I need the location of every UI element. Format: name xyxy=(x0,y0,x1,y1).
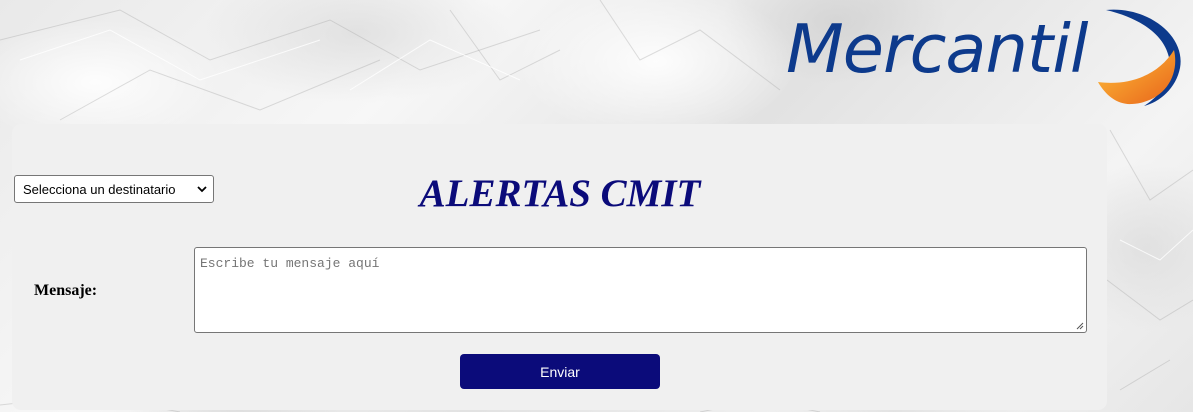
brand-mark-icon xyxy=(1098,9,1181,106)
page-title: ALERTAS CMIT xyxy=(419,172,701,215)
brand-name: Mercantil xyxy=(786,10,1088,88)
message-placeholder: Escribe tu mensaje aquí xyxy=(200,256,380,271)
resize-grip-icon[interactable] xyxy=(1076,322,1084,330)
message-textarea[interactable]: Escribe tu mensaje aquí xyxy=(194,247,1087,333)
message-label: Mensaje: xyxy=(34,282,98,299)
send-button-label: Enviar xyxy=(540,363,580,380)
send-button[interactable]: Enviar xyxy=(460,354,660,389)
mercantil-logo: Mercantil xyxy=(782,6,1192,110)
